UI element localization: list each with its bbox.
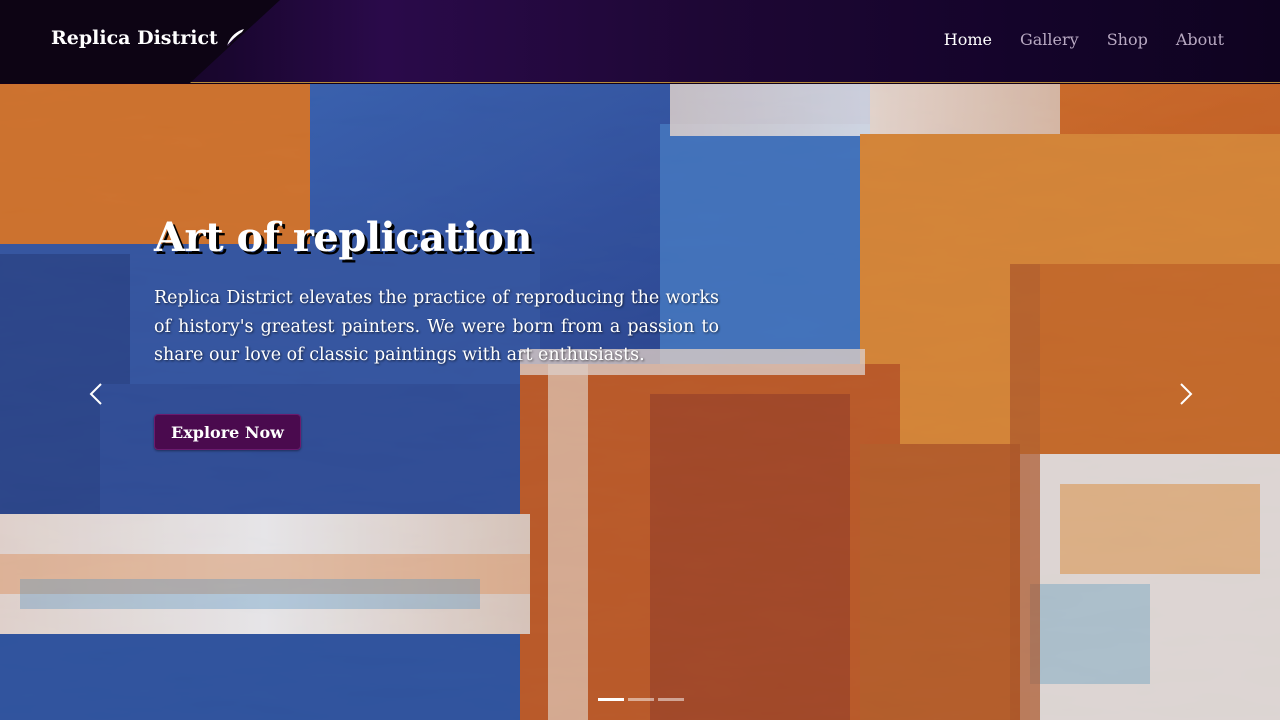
carousel-indicator-1[interactable] — [598, 698, 624, 701]
nav-item-home[interactable]: Home — [944, 30, 992, 49]
chevron-left-icon — [89, 383, 102, 405]
navbar: Replica District Home Gallery Shop About — [0, 0, 1280, 83]
carousel-indicators — [598, 698, 684, 701]
hero-overlay — [0, 84, 1280, 720]
carousel-indicator-2[interactable] — [628, 698, 654, 701]
brand-name: Replica District — [51, 27, 218, 49]
quill-icon — [226, 29, 244, 47]
hero-carousel: Art of replication Replica District elev… — [0, 84, 1280, 720]
nav-item-gallery[interactable]: Gallery — [1020, 30, 1079, 49]
carousel-indicator-3[interactable] — [658, 698, 684, 701]
explore-now-button[interactable]: Explore Now — [154, 414, 301, 450]
chevron-right-icon — [1180, 383, 1193, 405]
carousel-prev-button[interactable] — [84, 380, 108, 408]
main-nav: Home Gallery Shop About — [944, 30, 1224, 49]
hero-description: Replica District elevates the practice o… — [154, 288, 719, 365]
hero-title: Art of replication — [154, 214, 532, 261]
brand-logo[interactable]: Replica District — [51, 27, 246, 49]
nav-item-about[interactable]: About — [1176, 30, 1224, 49]
nav-item-shop[interactable]: Shop — [1107, 30, 1148, 49]
carousel-next-button[interactable] — [1174, 380, 1198, 408]
